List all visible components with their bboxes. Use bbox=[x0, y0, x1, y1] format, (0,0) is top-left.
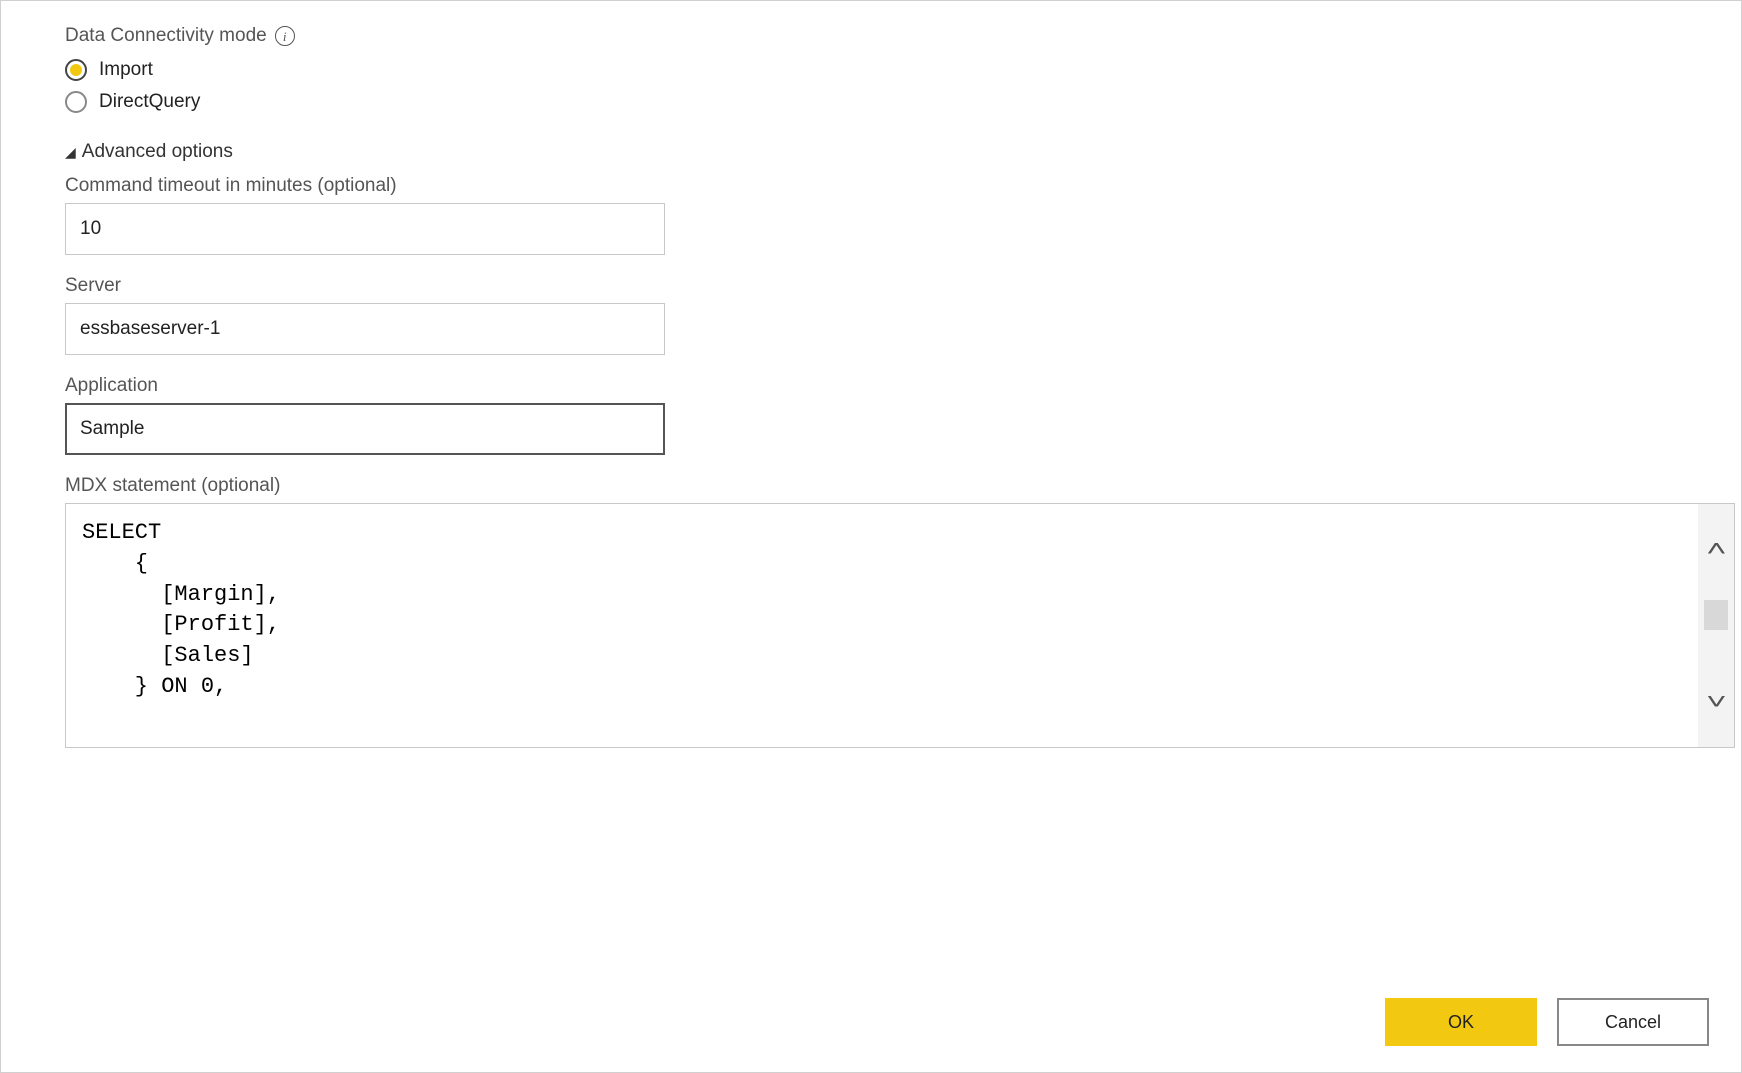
radio-label-import: Import bbox=[99, 59, 153, 81]
connection-dialog: Data Connectivity mode i Import DirectQu… bbox=[0, 0, 1742, 1073]
application-input[interactable] bbox=[65, 403, 665, 455]
radio-circle-directquery bbox=[65, 91, 87, 113]
connectivity-mode-title: Data Connectivity mode i bbox=[65, 25, 1677, 47]
ok-button[interactable]: OK bbox=[1385, 998, 1537, 1046]
server-label: Server bbox=[65, 275, 1677, 297]
server-input[interactable] bbox=[65, 303, 665, 355]
mdx-wrapper: ˄ ˅ bbox=[65, 503, 1735, 748]
mdx-field-group: MDX statement (optional) ˄ ˅ bbox=[65, 475, 1677, 748]
chevron-down-icon: ◢ bbox=[65, 144, 76, 161]
mdx-scrollbar[interactable]: ˄ ˅ bbox=[1698, 504, 1734, 747]
scroll-down-icon[interactable]: ˅ bbox=[1706, 689, 1727, 715]
radio-circle-import bbox=[65, 59, 87, 81]
timeout-field-group: Command timeout in minutes (optional) bbox=[65, 175, 1677, 255]
mdx-label: MDX statement (optional) bbox=[65, 475, 1677, 497]
cancel-button[interactable]: Cancel bbox=[1557, 998, 1709, 1046]
advanced-options-label: Advanced options bbox=[82, 141, 233, 163]
timeout-input[interactable] bbox=[65, 203, 665, 255]
info-icon[interactable]: i bbox=[275, 26, 295, 46]
radio-label-directquery: DirectQuery bbox=[99, 91, 200, 113]
connectivity-mode-label: Data Connectivity mode bbox=[65, 25, 267, 47]
radio-option-import[interactable]: Import bbox=[65, 59, 1677, 81]
dialog-button-row: OK Cancel bbox=[1385, 998, 1709, 1046]
radio-option-directquery[interactable]: DirectQuery bbox=[65, 91, 1677, 113]
application-label: Application bbox=[65, 375, 1677, 397]
scroll-thumb[interactable] bbox=[1704, 600, 1728, 630]
timeout-label: Command timeout in minutes (optional) bbox=[65, 175, 1677, 197]
connectivity-radio-group: Import DirectQuery bbox=[65, 59, 1677, 113]
advanced-options-toggle[interactable]: ◢ Advanced options bbox=[65, 141, 1677, 163]
server-field-group: Server bbox=[65, 275, 1677, 355]
application-field-group: Application bbox=[65, 375, 1677, 455]
mdx-textarea[interactable] bbox=[66, 504, 1698, 747]
scroll-up-icon[interactable]: ˄ bbox=[1706, 536, 1727, 562]
